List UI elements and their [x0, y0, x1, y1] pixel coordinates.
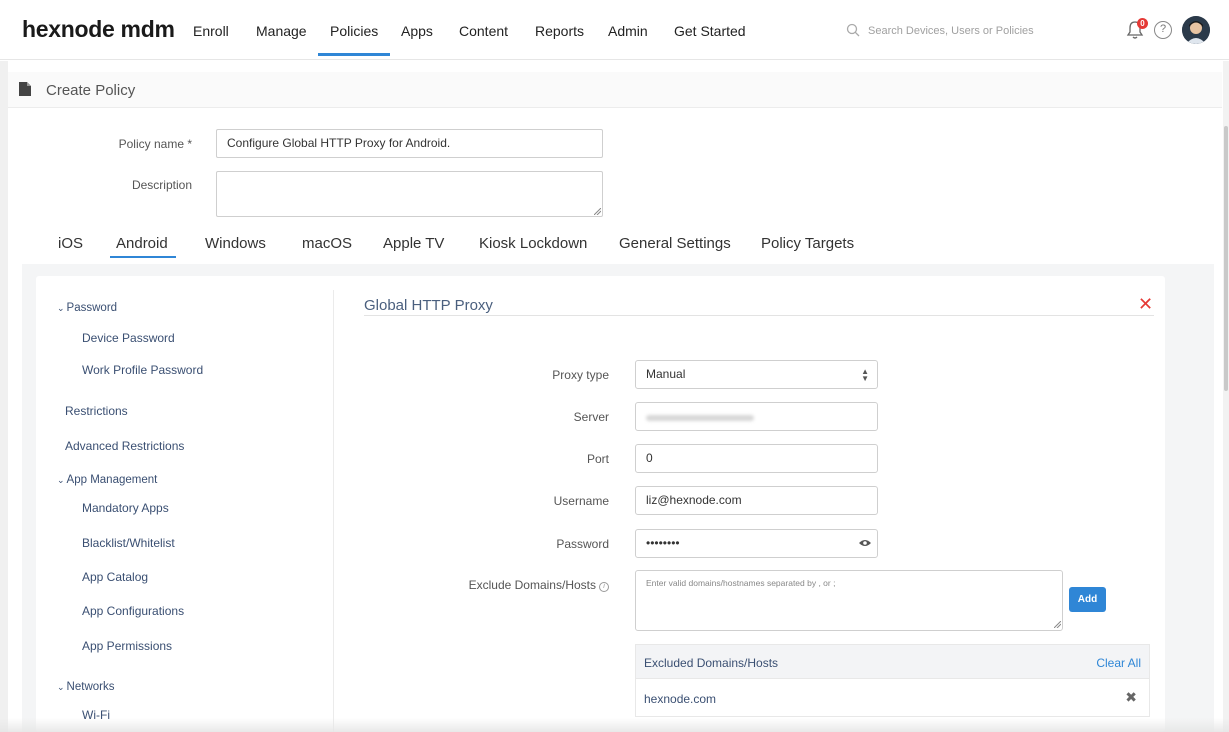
search-input[interactable]: Search Devices, Users or Policies: [868, 25, 1034, 37]
sidebar-item-work-profile-password[interactable]: Work Profile Password: [82, 363, 203, 377]
sidebar-item-app-configurations[interactable]: App Configurations: [82, 604, 184, 618]
sidebar-group-label: Password: [66, 302, 118, 314]
sidebar-group-app-management[interactable]: ⌄ App Management: [57, 474, 157, 486]
page-scrollbar[interactable]: [1223, 61, 1229, 732]
section-divider: [364, 315, 1154, 316]
left-gutter: [0, 61, 8, 732]
chevron-down-icon: ⌄: [57, 303, 65, 313]
add-domain-button[interactable]: Add: [1069, 587, 1106, 612]
sidebar-group-label: Networks: [66, 681, 115, 693]
description-resize-handle-icon[interactable]: [594, 208, 601, 215]
tab-kiosk-lockdown[interactable]: Kiosk Lockdown: [479, 235, 587, 252]
exclude-domains-label: Exclude Domains/Hosts i: [409, 578, 609, 592]
excluded-table-title: Excluded Domains/Hosts: [644, 656, 779, 670]
password-value: ••••••••: [646, 536, 680, 550]
scrollbar-thumb[interactable]: [1224, 126, 1228, 391]
username-label: Username: [553, 494, 609, 508]
sidebar-item-app-permissions[interactable]: App Permissions: [82, 639, 172, 653]
notification-badge: 0: [1137, 18, 1148, 29]
server-label: Server: [573, 410, 609, 424]
exclude-domains-label-text: Exclude Domains/Hosts: [468, 578, 596, 592]
sidebar-divider: [333, 290, 334, 732]
tab-policy-targets[interactable]: Policy Targets: [761, 235, 854, 252]
sidebar-item-device-password[interactable]: Device Password: [82, 331, 175, 345]
tab-android[interactable]: Android: [116, 235, 168, 252]
description-textarea[interactable]: [216, 171, 603, 217]
page-header: Create Policy: [8, 72, 1222, 108]
server-input[interactable]: [635, 402, 878, 431]
remove-icon[interactable]: ✖: [1125, 689, 1137, 706]
exclude-domains-textarea[interactable]: Enter valid domains/hostnames separated …: [635, 570, 1063, 631]
page-title: Create Policy: [46, 82, 136, 99]
help-icon[interactable]: ?: [1154, 21, 1172, 39]
proxy-type-select[interactable]: Manual ▲ ▼: [635, 360, 878, 389]
password-input[interactable]: ••••••••: [635, 529, 878, 558]
nav-get-started[interactable]: Get Started: [674, 23, 746, 39]
section-title: Global HTTP Proxy: [364, 297, 493, 314]
password-label: Password: [556, 537, 609, 551]
sidebar-item-app-catalog[interactable]: App Catalog: [82, 570, 148, 584]
port-label: Port: [586, 452, 609, 466]
proxy-type-label: Proxy type: [552, 368, 609, 382]
table-row: hexnode.com ✖: [635, 679, 1150, 717]
clear-all-link[interactable]: Clear All: [1096, 656, 1141, 670]
server-value-redacted: [646, 415, 754, 421]
nav-policies[interactable]: Policies: [330, 23, 378, 39]
eye-icon[interactable]: [859, 539, 871, 547]
sidebar-group-networks[interactable]: ⌄ Networks: [57, 681, 114, 693]
excluded-domain: hexnode.com: [644, 692, 717, 706]
sidebar-item-mandatory-apps[interactable]: Mandatory Apps: [82, 501, 169, 515]
policy-name-input[interactable]: Configure Global HTTP Proxy for Android.: [216, 129, 603, 158]
sidebar-item-advanced-restrictions[interactable]: Advanced Restrictions: [65, 439, 184, 453]
policy-name-label: Policy name *: [118, 137, 192, 151]
nav-active-indicator: [318, 53, 390, 56]
excluded-table-header: Excluded Domains/Hosts Clear All: [635, 644, 1150, 679]
tab-apple-tv[interactable]: Apple TV: [383, 235, 444, 252]
select-arrows-icon: ▲ ▼: [861, 367, 869, 383]
chevron-down-icon: ⌄: [57, 682, 65, 692]
nav-reports[interactable]: Reports: [535, 23, 584, 39]
sidebar-item-blacklist-whitelist[interactable]: Blacklist/Whitelist: [82, 536, 175, 550]
username-input[interactable]: liz@hexnode.com: [635, 486, 878, 515]
top-navbar: hexnode mdm Enroll Manage Policies Apps …: [0, 0, 1229, 60]
document-icon: [19, 82, 31, 96]
tab-ios[interactable]: iOS: [58, 235, 83, 252]
sidebar-item-restrictions[interactable]: Restrictions: [65, 404, 128, 418]
nav-content[interactable]: Content: [459, 23, 508, 39]
proxy-type-value: Manual: [646, 367, 686, 381]
nav-enroll[interactable]: Enroll: [193, 23, 229, 39]
sidebar-group-label: App Management: [66, 474, 158, 486]
tab-general-settings[interactable]: General Settings: [619, 235, 731, 252]
info-icon[interactable]: i: [599, 582, 609, 592]
brand-logo[interactable]: hexnode mdm: [22, 16, 175, 43]
tab-macos[interactable]: macOS: [302, 235, 352, 252]
sidebar-group-password[interactable]: ⌄ Password: [57, 302, 117, 314]
search-icon: [846, 23, 860, 37]
description-label: Description: [131, 178, 192, 192]
user-avatar[interactable]: [1182, 16, 1210, 44]
avatar-image-icon: [1182, 16, 1210, 44]
nav-apps[interactable]: Apps: [401, 23, 433, 39]
close-icon[interactable]: ✕: [1138, 294, 1153, 315]
chevron-down-icon: ⌄: [57, 475, 65, 485]
port-input[interactable]: 0: [635, 444, 878, 473]
nav-admin[interactable]: Admin: [608, 23, 648, 39]
tab-active-indicator: [110, 256, 176, 258]
nav-manage[interactable]: Manage: [256, 23, 307, 39]
tab-windows[interactable]: Windows: [205, 235, 266, 252]
bottom-fade: [0, 718, 1229, 732]
textarea-resize-handle-icon[interactable]: [1054, 621, 1061, 628]
